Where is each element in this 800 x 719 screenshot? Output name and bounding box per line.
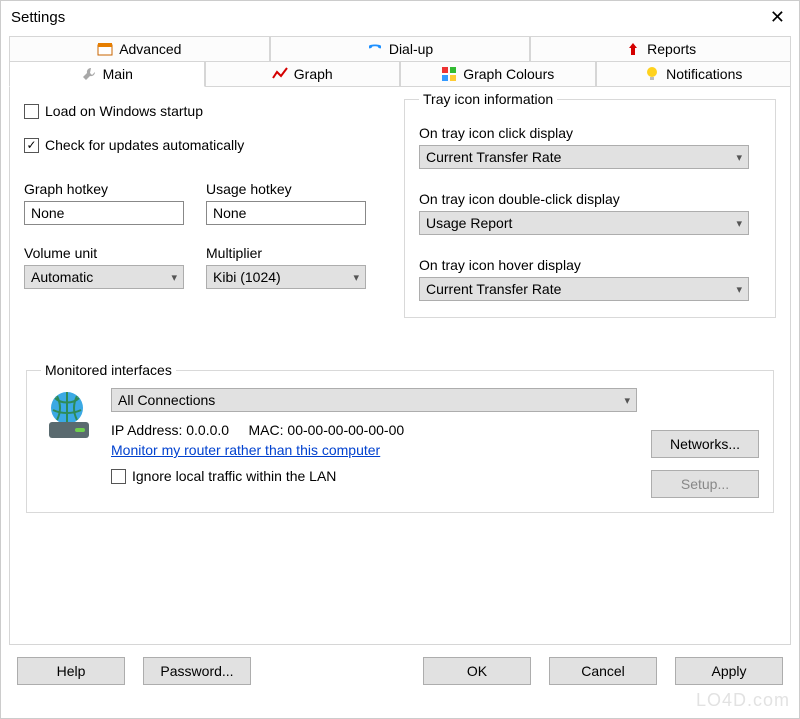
palette-icon [441, 66, 457, 82]
globe-network-icon [41, 388, 97, 444]
chevron-down-icon: ▾ [353, 271, 359, 284]
lightbulb-icon [644, 66, 660, 82]
checkbox-label: Ignore local traffic within the LAN [132, 468, 336, 484]
titlebar: Settings ✕ [1, 1, 799, 36]
phone-icon [367, 41, 383, 57]
tab-advanced[interactable]: Advanced [9, 36, 270, 61]
monitor-router-link[interactable]: Monitor my router rather than this compu… [111, 442, 380, 458]
tab-reports[interactable]: Reports [530, 36, 791, 61]
tab-label: Graph Colours [463, 66, 554, 82]
graph-icon [272, 66, 288, 82]
tabs-row-top: Advanced Dial-up Reports [9, 36, 791, 61]
tab-graph-colours[interactable]: Graph Colours [400, 61, 596, 87]
chevron-down-icon: ▾ [736, 283, 742, 296]
tab-label: Main [103, 66, 133, 82]
tabs-row-second: Main Graph Graph Colours Notifications [9, 61, 791, 87]
graph-hotkey-label: Graph hotkey [24, 181, 184, 197]
usage-hotkey-label: Usage hotkey [206, 181, 366, 197]
ip-value: 0.0.0.0 [186, 422, 229, 438]
combo-value: Usage Report [426, 215, 512, 231]
window-title: Settings [11, 9, 65, 26]
checkbox-ignore-lan[interactable]: Ignore local traffic within the LAN [111, 468, 637, 484]
checkbox-label: Load on Windows startup [45, 103, 203, 119]
apply-button[interactable]: Apply [675, 657, 783, 685]
tray-click-label: On tray icon click display [419, 125, 761, 141]
tab-content-main: Load on Windows startup ✓ Check for upda… [9, 87, 791, 645]
tray-legend: Tray icon information [419, 91, 557, 107]
tab-graph[interactable]: Graph [205, 61, 401, 87]
multiplier-combo[interactable]: Kibi (1024) ▾ [206, 265, 366, 289]
tray-hover-label: On tray icon hover display [419, 257, 761, 273]
tab-label: Advanced [119, 41, 181, 57]
combo-value: Automatic [31, 269, 93, 285]
tab-main[interactable]: Main [9, 61, 205, 87]
tab-dialup[interactable]: Dial-up [270, 36, 531, 61]
multiplier-label: Multiplier [206, 245, 366, 261]
mac-label: MAC: [249, 422, 284, 438]
combo-value: All Connections [118, 392, 215, 408]
checkbox-icon-checked: ✓ [24, 138, 39, 153]
tray-dblclick-label: On tray icon double-click display [419, 191, 761, 207]
setup-button[interactable]: Setup... [651, 470, 759, 498]
networks-button[interactable]: Networks... [651, 430, 759, 458]
checkbox-check-updates[interactable]: ✓ Check for updates automatically [24, 137, 404, 153]
chevron-down-icon: ▾ [736, 217, 742, 230]
calendar-icon [97, 41, 113, 57]
checkbox-label: Check for updates automatically [45, 137, 244, 153]
tab-label: Dial-up [389, 41, 433, 57]
monitored-legend: Monitored interfaces [41, 362, 176, 378]
chevron-down-icon: ▾ [736, 151, 742, 164]
wrench-icon [81, 66, 97, 82]
close-icon[interactable]: ✕ [766, 7, 789, 28]
bottom-button-bar: Help Password... OK Cancel Apply [1, 645, 799, 699]
usage-hotkey-input[interactable] [206, 201, 366, 225]
combo-value: Kibi (1024) [213, 269, 281, 285]
tray-icon-fieldset: Tray icon information On tray icon click… [404, 91, 776, 318]
checkbox-icon [24, 104, 39, 119]
ok-button[interactable]: OK [423, 657, 531, 685]
arrow-up-icon [625, 41, 641, 57]
tab-label: Notifications [666, 66, 742, 82]
ip-label: IP Address: [111, 422, 182, 438]
checkbox-load-startup[interactable]: Load on Windows startup [24, 103, 404, 119]
tab-label: Reports [647, 41, 696, 57]
ip-mac-row: IP Address: 0.0.0.0 MAC: 00-00-00-00-00-… [111, 422, 637, 438]
volume-unit-label: Volume unit [24, 245, 184, 261]
cancel-button[interactable]: Cancel [549, 657, 657, 685]
combo-value: Current Transfer Rate [426, 281, 561, 297]
combo-value: Current Transfer Rate [426, 149, 561, 165]
tray-click-combo[interactable]: Current Transfer Rate ▾ [419, 145, 749, 169]
tray-hover-combo[interactable]: Current Transfer Rate ▾ [419, 277, 749, 301]
monitored-interfaces-fieldset: Monitored interfaces All Connections ▾ I… [26, 362, 774, 513]
tab-notifications[interactable]: Notifications [596, 61, 792, 87]
chevron-down-icon: ▾ [171, 271, 177, 284]
help-button[interactable]: Help [17, 657, 125, 685]
tray-dblclick-combo[interactable]: Usage Report ▾ [419, 211, 749, 235]
chevron-down-icon: ▾ [624, 394, 630, 407]
mac-value: 00-00-00-00-00-00 [287, 422, 404, 438]
connection-combo[interactable]: All Connections ▾ [111, 388, 637, 412]
password-button[interactable]: Password... [143, 657, 251, 685]
checkbox-icon [111, 469, 126, 484]
tab-label: Graph [294, 66, 333, 82]
volume-unit-combo[interactable]: Automatic ▾ [24, 265, 184, 289]
graph-hotkey-input[interactable] [24, 201, 184, 225]
